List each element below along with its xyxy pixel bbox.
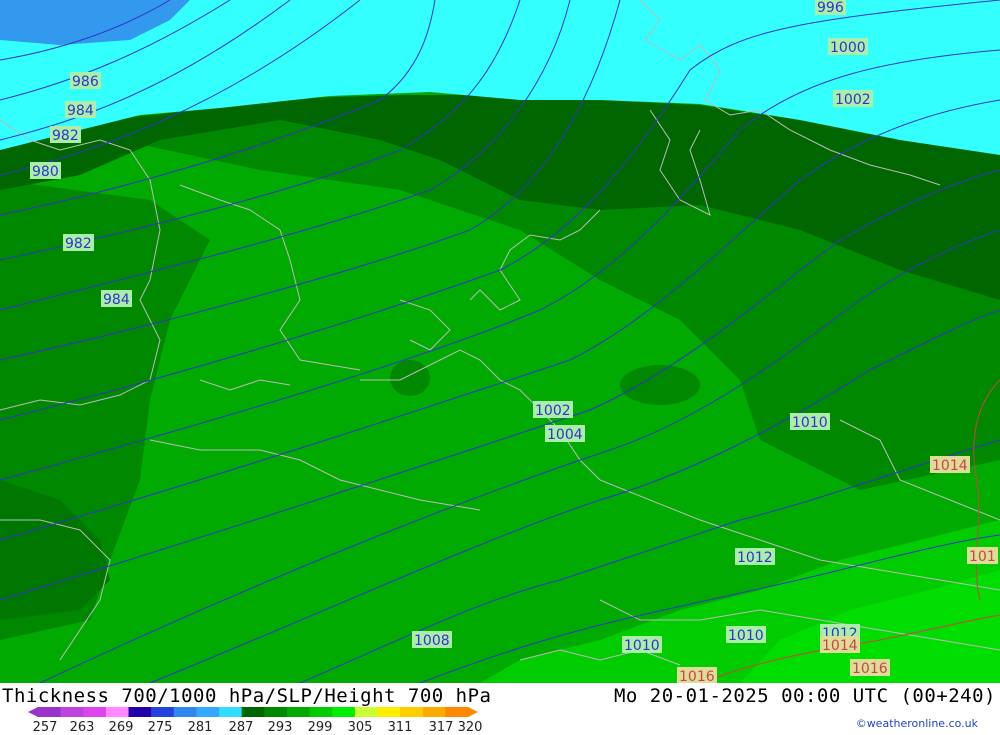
isobar-label-text: 986 (72, 74, 99, 90)
isobar-label-text: 1012 (737, 550, 773, 566)
isobar-label-l-1002a: 1002 (833, 90, 873, 108)
scale-swatch (128, 707, 152, 717)
isobar-label-l-984a: 984 (65, 101, 96, 119)
scale-swatch (309, 707, 333, 717)
isobar-label-text: 996 (817, 0, 844, 16)
scale-swatch (354, 707, 378, 717)
scale-arrow-right (468, 707, 478, 717)
isobar-label-text: 1016 (852, 661, 888, 677)
isobar-label-text: 1002 (535, 403, 571, 419)
isobar-label-l-1016a: 1016 (677, 667, 717, 683)
isobar-label-l-982a: 982 (50, 126, 81, 144)
scale-swatch (445, 707, 469, 717)
scale-swatch (241, 707, 265, 717)
scale-swatch (219, 707, 243, 717)
isobar-label-l-980: 980 (30, 162, 61, 180)
isobar-label-l-1008: 1008 (412, 631, 452, 649)
isobar-label-l-1000: 1000 (828, 38, 868, 56)
isobar-label-text: 1002 (835, 92, 871, 108)
isobar-label-text: 1008 (414, 633, 450, 649)
scale-swatch (422, 707, 446, 717)
scale-swatch (38, 707, 62, 717)
isobar-label-text: 1010 (728, 628, 764, 644)
isobar-label-l-1016b: 1016 (850, 659, 890, 677)
isobar-label-text: 1010 (792, 415, 828, 431)
map-valid-time: Mo 20-01-2025 00:00 UTC (00+240) (613, 685, 996, 707)
isobar-label-l-986: 986 (70, 72, 101, 90)
isobar-label-text: 101 (969, 549, 996, 565)
scale-swatch (83, 707, 107, 717)
scale-swatch (400, 707, 424, 717)
isobar-label-l-1010a: 1010 (790, 413, 830, 431)
scale-swatch (196, 707, 220, 717)
color-scale (28, 707, 478, 717)
field-blob-b (620, 365, 700, 405)
isobar-label-l-982b: 982 (63, 234, 94, 252)
isobar-label-text: 1000 (830, 40, 866, 56)
isobar-label-l-1014b: 1014 (820, 636, 860, 654)
isobar-label-l-1012a: 1012 (735, 548, 775, 566)
scale-arrow-left (28, 707, 38, 717)
map-footer: Thickness 700/1000 hPa/SLP/Height 700 hP… (0, 683, 1000, 735)
scale-swatch (151, 707, 175, 717)
map-title: Thickness 700/1000 hPa/SLP/Height 700 hP… (2, 685, 492, 707)
scale-swatch (105, 707, 130, 717)
credit-link[interactable]: ©weatheronline.co.uk (856, 717, 978, 730)
isobar-label-l-1010b: 1010 (622, 636, 662, 654)
weather-map[interactable]: 996 1000 986 984 982 1002 980 982 984 1002 1004 101… (0, 0, 1000, 683)
isobar-label-text: 980 (32, 164, 59, 180)
isobar-label-l-984b: 984 (101, 290, 132, 308)
isobar-label-text: 984 (67, 103, 94, 119)
isobar-label-l-1014a: 1014 (930, 456, 970, 474)
isobar-label-text: 1004 (547, 427, 583, 443)
isobar-label-l-1002b: 1002 (533, 401, 573, 419)
isobar-label-text: 1010 (624, 638, 660, 654)
isobar-label-text: 1016 (679, 669, 715, 683)
isobar-label-text: 1014 (932, 458, 968, 474)
isobar-label-text: 1014 (822, 638, 858, 654)
isobar-label-text: 982 (52, 128, 79, 144)
isobar-label-l-101: 101 (967, 547, 998, 565)
scale-swatch (377, 707, 401, 717)
scale-swatch (332, 707, 356, 717)
field-blob-a (390, 360, 430, 396)
isobar-label-text: 982 (65, 236, 92, 252)
isobar-label-text: 984 (103, 292, 130, 308)
isobar-label-l-996: 996 (815, 0, 846, 16)
scale-swatch (286, 707, 311, 717)
scale-swatch (60, 707, 84, 717)
isobar-label-l-1010c: 1010 (726, 626, 766, 644)
scale-swatch (173, 707, 197, 717)
scale-swatch (264, 707, 288, 717)
isobar-label-l-1004: 1004 (545, 425, 585, 443)
